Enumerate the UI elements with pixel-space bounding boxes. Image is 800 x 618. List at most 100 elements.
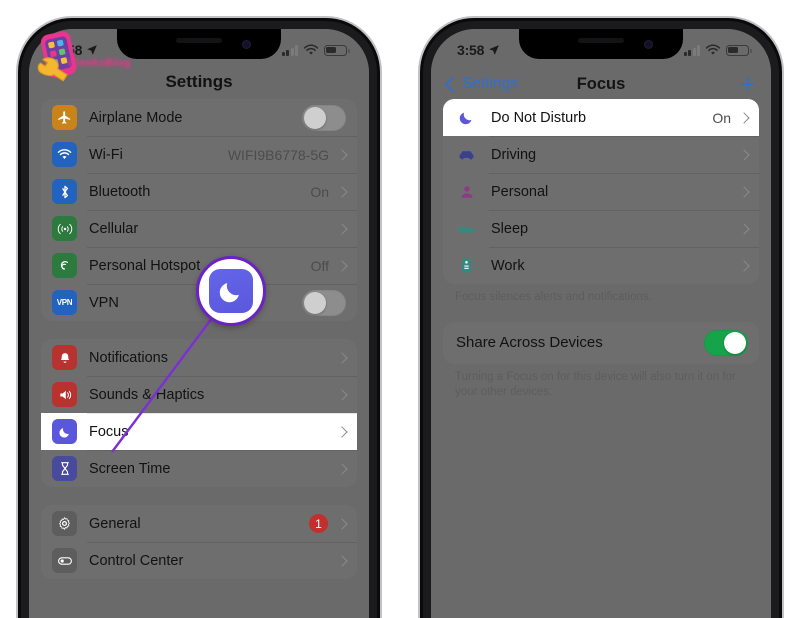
settings-group-system: General 1 Control Center <box>41 505 357 579</box>
row-value: On <box>310 183 329 200</box>
row-label: Sounds & Haptics <box>89 386 205 403</box>
bluetooth-icon <box>52 179 77 204</box>
share-across-devices-toggle[interactable] <box>704 329 748 356</box>
focus-row-work[interactable]: Work <box>443 247 759 284</box>
vpn-toggle[interactable] <box>302 289 346 316</box>
chevron-right-icon <box>738 185 750 198</box>
speaker-icon <box>52 382 77 407</box>
add-focus-button[interactable]: + <box>740 71 755 97</box>
chevron-right-icon <box>738 222 750 235</box>
settings-group-notifications: Notifications Sounds & Haptics Focus Scr… <box>41 339 357 487</box>
settings-row-screen-time[interactable]: Screen Time <box>41 450 357 487</box>
vpn-icon: VPN <box>52 290 77 315</box>
hourglass-icon <box>52 456 77 481</box>
watermark-logo: iGeeksBlog <box>30 30 160 82</box>
row-label: Control Center <box>89 552 184 569</box>
wifi-icon <box>52 142 77 167</box>
share-footnote: Turning a Focus on for this device will … <box>455 370 736 399</box>
chevron-right-icon <box>336 185 348 198</box>
notch <box>519 29 683 59</box>
battery-icon <box>726 44 752 56</box>
settings-row-control-center[interactable]: Control Center <box>41 542 357 579</box>
chevron-right-icon <box>336 462 348 475</box>
row-label: Airplane Mode <box>89 109 183 126</box>
focus-group: Do Not Disturb On Driving Personal Sleep… <box>443 99 759 284</box>
moon-icon <box>219 283 239 303</box>
back-button[interactable]: Settings <box>444 75 518 93</box>
focus-footnote: Focus silences alerts and notifications. <box>455 291 652 303</box>
front-camera <box>242 40 251 49</box>
focus-callout-badge <box>196 256 266 326</box>
row-label: Personal <box>491 183 549 200</box>
row-label: Wi-Fi <box>89 146 123 163</box>
row-label: Screen Time <box>89 460 171 477</box>
focus-row-personal[interactable]: Personal <box>443 173 759 210</box>
settings-row-airplane-mode[interactable]: Airplane Mode <box>41 99 357 136</box>
chevron-right-icon <box>336 148 348 161</box>
cellular-bars-icon <box>281 44 298 56</box>
cellular-bars-icon <box>683 44 700 56</box>
row-label: Bluetooth <box>89 183 151 200</box>
chevron-right-icon <box>738 259 750 272</box>
row-value: Off <box>310 257 329 274</box>
row-label: Notifications <box>89 349 168 366</box>
gear-icon <box>52 511 77 536</box>
focus-row-sleep[interactable]: Sleep <box>443 210 759 247</box>
person-icon <box>454 179 479 204</box>
right-nav-bar: Settings Focus + <box>431 65 771 103</box>
cellular-antenna-icon <box>52 216 77 241</box>
moon-icon <box>52 419 77 444</box>
chevron-right-icon <box>738 111 750 124</box>
chevron-right-icon <box>336 388 348 401</box>
moon-icon <box>454 105 479 130</box>
focus-row-driving[interactable]: Driving <box>443 136 759 173</box>
control-center-icon <box>52 548 77 573</box>
status-time: 3:58 <box>457 42 485 58</box>
settings-row-bluetooth[interactable]: Bluetooth On <box>41 173 357 210</box>
settings-row-sounds-haptics[interactable]: Sounds & Haptics <box>41 376 357 413</box>
settings-list[interactable]: Airplane Mode Wi-Fi WIFI9B6778-5G Blueto… <box>29 99 369 618</box>
settings-row-wifi[interactable]: Wi-Fi WIFI9B6778-5G <box>41 136 357 173</box>
vpn-icon-label: VPN <box>56 298 73 307</box>
share-group: Share Across Devices <box>443 321 759 364</box>
row-label: Cellular <box>89 220 139 237</box>
chevron-right-icon <box>738 148 750 161</box>
row-label: Share Across Devices <box>456 334 603 352</box>
row-label: Sleep <box>491 220 529 237</box>
bed-icon <box>454 216 479 241</box>
settings-row-cellular[interactable]: Cellular <box>41 210 357 247</box>
chevron-right-icon <box>336 351 348 364</box>
row-value: WIFI9B6778-5G <box>227 146 329 163</box>
phone-wrench-logo-icon <box>37 31 77 82</box>
front-camera <box>644 40 653 49</box>
status-badge: 1 <box>309 514 328 533</box>
airplane-icon <box>52 105 77 130</box>
chevron-right-icon <box>336 554 348 567</box>
chevron-right-icon <box>336 517 348 530</box>
focus-row-do-not-disturb[interactable]: Do Not Disturb On <box>443 99 759 136</box>
row-value: On <box>712 109 731 126</box>
right-phone: 3:58 Settings Focus + Do Not Disturb On … <box>420 18 782 618</box>
chevron-right-icon <box>336 259 348 272</box>
chevron-right-icon <box>336 222 348 235</box>
wifi-icon <box>303 44 319 55</box>
status-indicators <box>683 44 752 56</box>
settings-row-general[interactable]: General 1 <box>41 505 357 542</box>
car-icon <box>454 142 479 167</box>
share-across-devices-row[interactable]: Share Across Devices <box>443 322 759 364</box>
left-phone-screen: 3:58 Settings <box>29 29 369 618</box>
settings-row-focus[interactable]: Focus <box>41 413 357 450</box>
watermark-text: iGeeksBlog <box>68 57 131 69</box>
bell-icon <box>52 345 77 370</box>
row-label: Personal Hotspot <box>89 257 201 274</box>
battery-icon <box>324 44 350 56</box>
wifi-icon <box>705 44 721 55</box>
airplane-mode-toggle[interactable] <box>302 104 346 131</box>
settings-row-notifications[interactable]: Notifications <box>41 339 357 376</box>
row-label: Work <box>491 257 525 274</box>
status-time-group: 3:58 <box>457 42 500 58</box>
left-phone: 3:58 Settings <box>18 18 380 618</box>
briefcase-icon <box>454 253 479 278</box>
chevron-left-icon <box>444 76 461 92</box>
focus-list[interactable]: Do Not Disturb On Driving Personal Sleep… <box>431 99 771 618</box>
